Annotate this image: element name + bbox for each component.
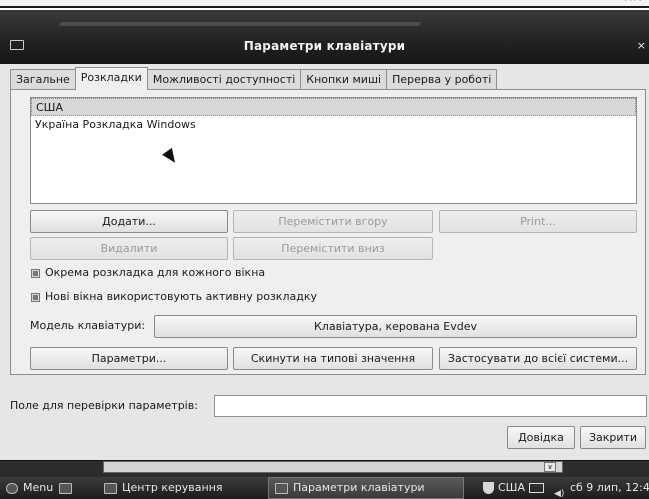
keyboard-prefs-icon <box>275 482 288 494</box>
move-up-button[interactable]: Перемістити вгору <box>233 210 433 233</box>
tab-general[interactable]: Загальне <box>10 69 76 90</box>
close-window-icon[interactable]: × <box>637 39 646 52</box>
tab-accessibility[interactable]: Можливості доступності <box>146 69 302 90</box>
apply-system-wide-button[interactable]: Застосувати до всієї системи... <box>439 347 637 370</box>
new-windows-layout-label: Нові вікна використовують активну розкла… <box>45 290 317 303</box>
layout-list[interactable]: США Україна Розкладка Windows <box>30 97 637 204</box>
taskbar: Menu Центр керування Параметри клавіатур… <box>0 477 649 499</box>
layouts-panel: США Україна Розкладка Windows Додати... … <box>10 89 646 375</box>
control-center-icon <box>104 482 117 494</box>
chevron-down-icon: ∨ <box>544 462 556 472</box>
keyboard-preferences-window: Загальне Розкладки Можливості доступност… <box>0 64 649 460</box>
show-desktop-icon[interactable] <box>59 482 73 494</box>
tab-bar: Загальне Розкладки Можливості доступност… <box>10 67 498 90</box>
help-button[interactable]: Довідка <box>507 426 575 449</box>
remove-layout-button[interactable]: Видалити <box>30 237 228 260</box>
test-field-label: Поле для перевірки параметрів: <box>10 399 198 412</box>
separate-layout-label: Окрема розкладка для кожного вікна <box>45 266 266 279</box>
taskbar-control-center[interactable]: Центр керування <box>104 477 223 499</box>
taskbar-menu-button[interactable]: Menu <box>6 477 77 499</box>
layout-list-item[interactable]: Україна Розкладка Windows <box>31 116 636 134</box>
keyboard-model-label: Модель клавіатури: <box>30 319 146 332</box>
move-down-button[interactable]: Перемістити вниз <box>233 237 433 260</box>
close-button[interactable]: Закрити <box>580 426 646 449</box>
checkbox-mark[interactable] <box>31 292 40 302</box>
volume-icon[interactable]: ◀) <box>554 483 564 499</box>
separate-layout-checkbox[interactable]: Окрема розкладка для кожного вікна <box>31 265 265 281</box>
taskbar-keyboard-prefs-label: Параметри клавіатури <box>293 481 425 494</box>
keyboard-layout-indicator[interactable]: США <box>498 477 525 499</box>
update-shield-icon[interactable] <box>483 482 494 494</box>
background-window: ∨ <box>0 460 649 477</box>
add-layout-button[interactable]: Додати... <box>30 210 228 233</box>
taskbar-control-center-label: Центр керування <box>122 481 223 494</box>
new-windows-layout-checkbox[interactable]: Нові вікна використовують активну розкла… <box>31 289 317 305</box>
tab-layouts[interactable]: Розкладки <box>74 67 148 90</box>
network-icon[interactable] <box>528 483 544 493</box>
test-input[interactable] <box>214 395 647 417</box>
taskbar-menu-label: Menu <box>23 481 54 494</box>
background-combobox: ∨ <box>103 461 563 473</box>
tab-typing-break[interactable]: Перерва у роботі <box>386 69 498 90</box>
top-edge: ⌒ ⌒ <box>0 0 649 8</box>
print-button[interactable]: Print... <box>439 210 637 233</box>
window-title: Параметри клавіатури <box>243 39 406 53</box>
window-titlebar[interactable]: Параметри клавіатури × <box>0 10 649 64</box>
checkbox-mark[interactable] <box>31 268 40 278</box>
keyboard-model-button[interactable]: Клавіатура, керована Evdev <box>154 315 637 338</box>
system-tray: США ◀) сб 9 лип, 12:4 <box>483 477 649 499</box>
taskbar-keyboard-prefs[interactable]: Параметри клавіатури <box>268 477 464 499</box>
tab-mouse-keys[interactable]: Кнопки миші <box>300 69 388 90</box>
options-button[interactable]: Параметри... <box>30 347 228 370</box>
titlebar-highlight <box>58 22 422 26</box>
menu-icon <box>6 482 18 494</box>
reset-defaults-button[interactable]: Скинути на типові значення <box>233 347 433 370</box>
top-edge-mark: ⌒ ⌒ <box>624 0 641 7</box>
clock[interactable]: сб 9 лип, 12:4 <box>570 477 649 499</box>
layout-list-item[interactable]: США <box>31 98 636 116</box>
